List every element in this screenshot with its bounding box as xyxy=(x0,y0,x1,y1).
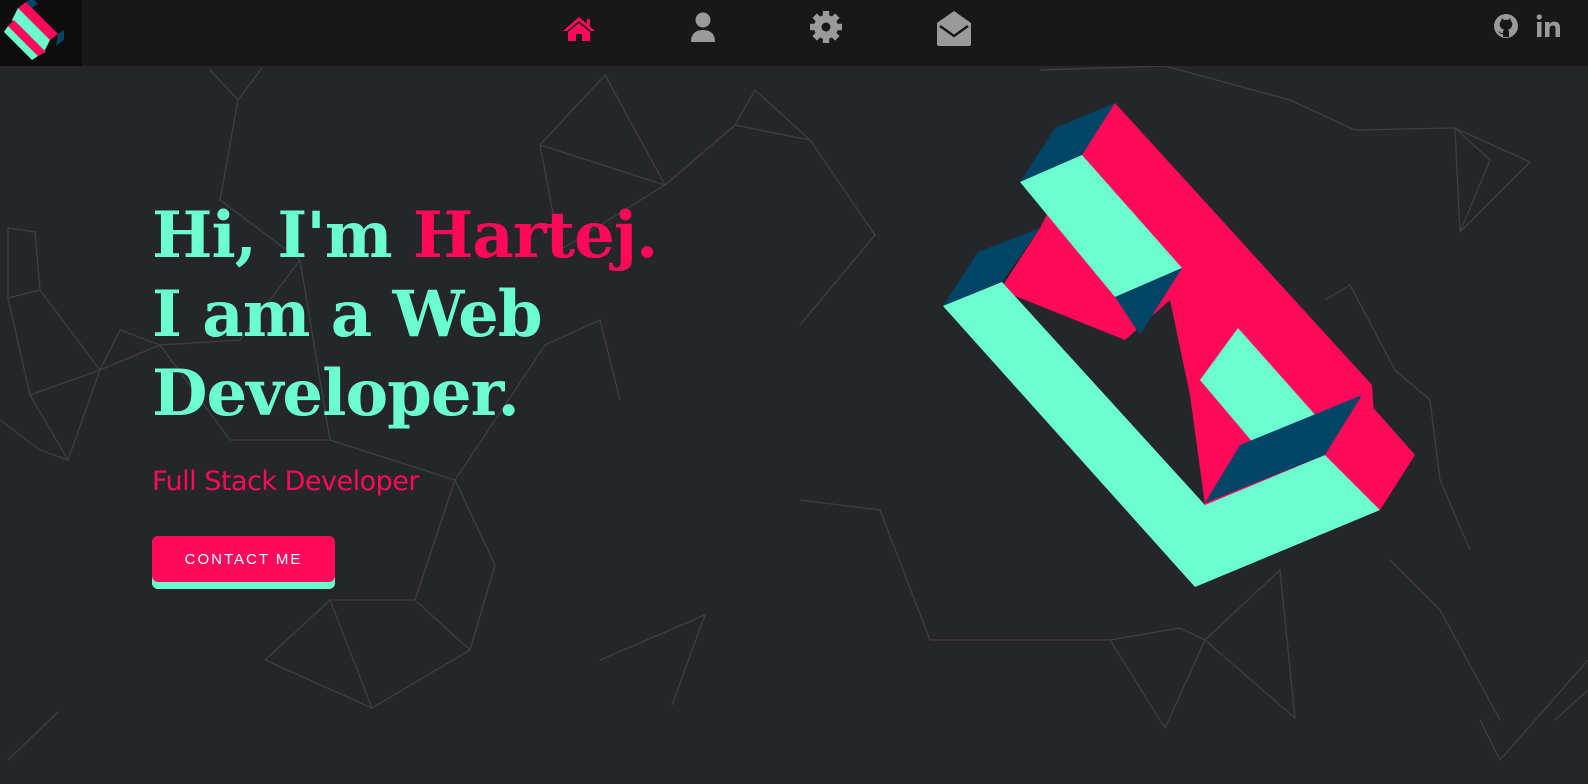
nav-about[interactable] xyxy=(688,8,718,48)
site-logo[interactable] xyxy=(0,0,82,66)
hero-greeting: Hi, I'm xyxy=(152,198,413,273)
user-icon xyxy=(691,12,715,42)
hero-name: Hartej. xyxy=(412,198,658,273)
hero-subtitle: Full Stack Developer xyxy=(152,466,419,497)
hero-line-3: Developer. xyxy=(152,356,520,431)
top-navbar xyxy=(0,0,1588,66)
hero-heading: Hi, I'm Hartej. I am a Web Developer. xyxy=(152,196,658,433)
hero-logo-graphic xyxy=(943,103,1415,587)
linkedin-icon xyxy=(1536,14,1560,37)
logo-mark-icon xyxy=(4,0,64,60)
hero-line-2: I am a Web xyxy=(152,277,543,352)
linkedin-link[interactable] xyxy=(1535,13,1565,43)
gear-icon xyxy=(810,11,842,43)
github-icon xyxy=(1494,14,1518,38)
github-link[interactable] xyxy=(1492,12,1520,44)
home-icon xyxy=(563,17,595,41)
nav-skills[interactable] xyxy=(808,8,844,48)
envelope-open-icon xyxy=(937,11,971,46)
contact-me-button[interactable]: CONTACT ME xyxy=(152,536,335,582)
nav-home[interactable] xyxy=(561,8,597,48)
nav-contact[interactable] xyxy=(934,8,974,48)
